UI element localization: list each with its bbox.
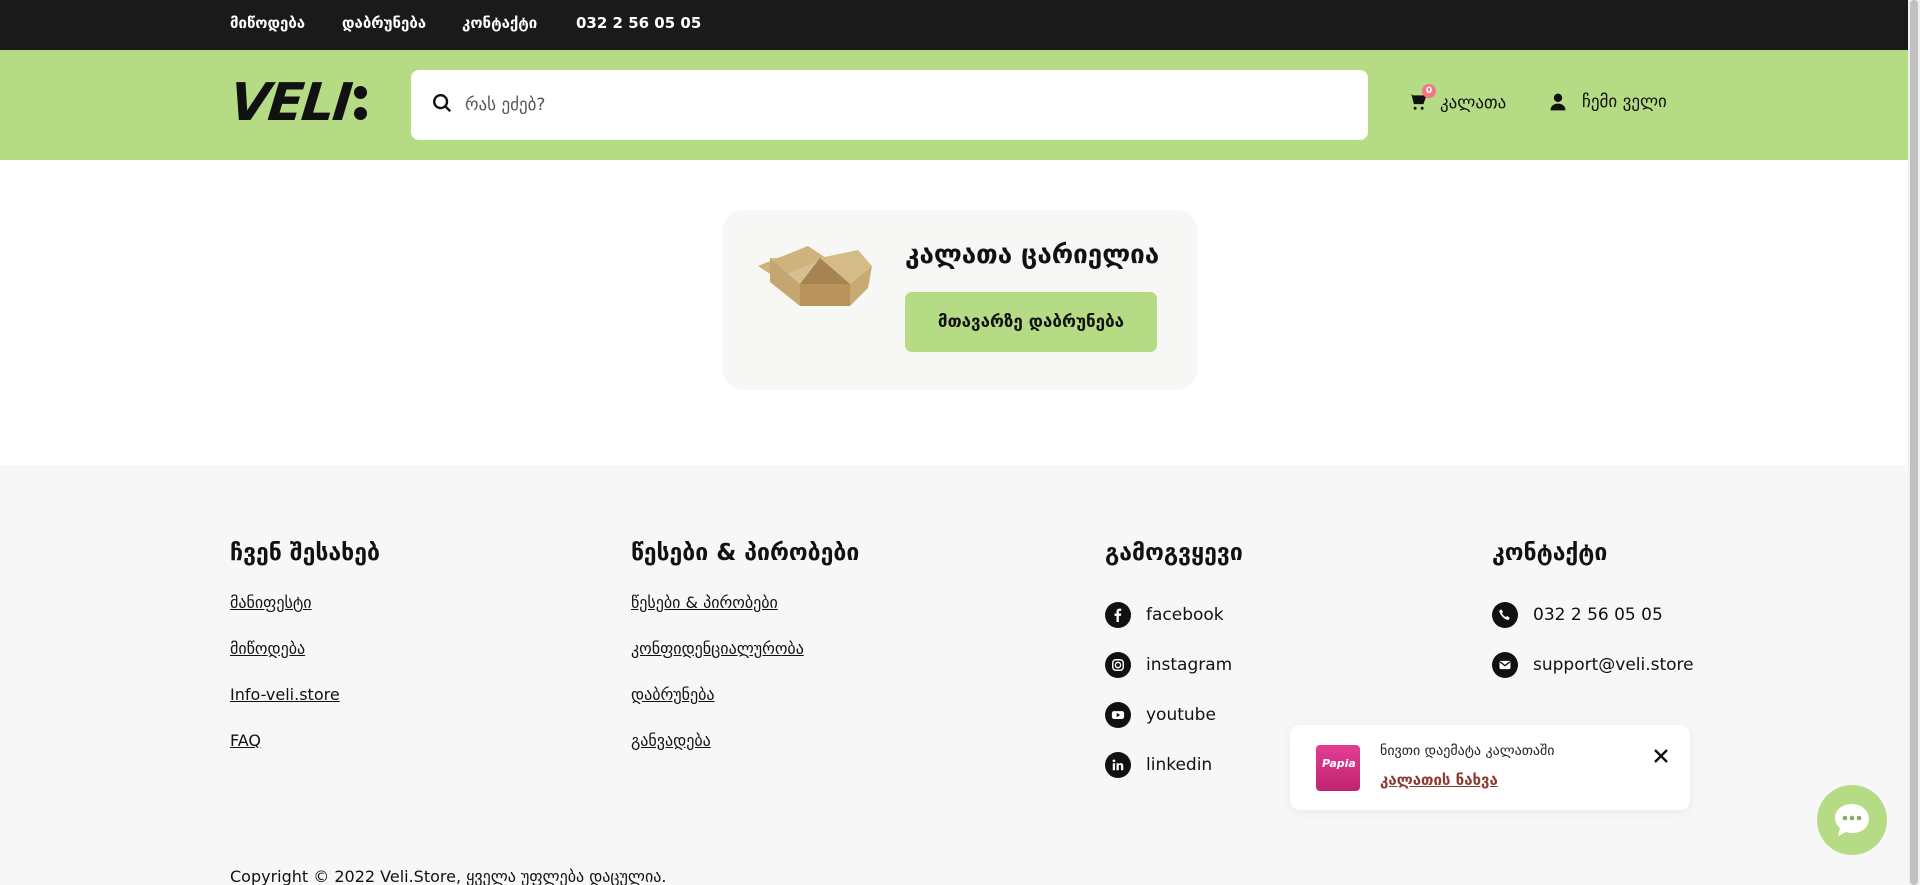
linkedin-label: linkedin — [1146, 755, 1213, 775]
empty-box-illustration — [758, 246, 872, 306]
empty-cart-title: კალათა ცარიელია — [905, 240, 1160, 270]
footer-follow-column: გამოგვყევი facebook instagram youtube li… — [1105, 540, 1243, 790]
footer-terms-heading: წესები & პირობები — [631, 540, 860, 566]
footer-link-returns[interactable]: დაბრუნება — [631, 682, 859, 728]
topbar-phone-link[interactable]: 032 2 56 05 05 — [576, 14, 701, 32]
footer-link-faq[interactable]: FAQ — [230, 728, 380, 774]
product-thumbnail: Papia — [1316, 745, 1360, 791]
scrollbar-thumb[interactable] — [1910, 0, 1918, 885]
footer-phone-label: 032 2 56 05 05 — [1533, 605, 1663, 625]
facebook-icon — [1105, 602, 1131, 628]
footer-phone-link[interactable]: 032 2 56 05 05 — [1492, 590, 1694, 640]
cart-count-badge: 0 — [1422, 84, 1436, 98]
footer-about-column: ჩვენ შესახებ მანიფესტი მიწოდება Info-vel… — [230, 540, 380, 774]
linkedin-icon — [1105, 752, 1131, 778]
search-input[interactable] — [465, 95, 1345, 115]
footer-email-link[interactable]: support@veli.store — [1492, 640, 1694, 690]
close-icon[interactable] — [1650, 745, 1672, 767]
view-cart-link[interactable]: კალათის ნახვა — [1380, 771, 1498, 789]
footer-link-terms[interactable]: წესები & პირობები — [631, 590, 859, 636]
footer-terms-column: წესები & პირობები წესები & პირობები კონფ… — [631, 540, 859, 774]
footer-facebook-link[interactable]: facebook — [1105, 590, 1243, 640]
footer-follow-heading: გამოგვყევი — [1105, 540, 1243, 566]
footer-link-privacy[interactable]: კონფიდენციალურობა — [631, 636, 859, 682]
footer-contact-column: კონტაქტი 032 2 56 05 05 support@veli.sto… — [1492, 540, 1694, 690]
footer-about-heading: ჩვენ შესახებ — [230, 540, 380, 566]
instagram-icon — [1105, 652, 1131, 678]
cart-label: კალათა — [1440, 93, 1507, 113]
topbar-link-delivery[interactable]: მიწოდება — [230, 14, 305, 32]
youtube-label: youtube — [1146, 705, 1216, 725]
footer-youtube-link[interactable]: youtube — [1105, 690, 1243, 740]
phone-icon — [1492, 602, 1518, 628]
chat-button[interactable] — [1817, 785, 1887, 855]
logo-text: VELI — [226, 73, 354, 133]
added-to-cart-toast: Papia ნივთი დაემატა კალათაში კალათის ნახ… — [1290, 725, 1690, 810]
empty-cart-card: კალათა ცარიელია მთავარზე დაბრუნება — [722, 210, 1198, 390]
top-bar: მიწოდება დაბრუნება კონტაქტი 032 2 56 05 … — [0, 0, 1920, 50]
account-button[interactable]: ჩემი ველი — [1548, 92, 1667, 112]
back-to-home-button[interactable]: მთავარზე დაბრუნება — [905, 292, 1157, 352]
footer-contact-heading: კონტაქტი — [1492, 540, 1608, 566]
page-scrollbar[interactable] — [1908, 0, 1920, 885]
logo-colon — [354, 86, 368, 120]
footer-link-delivery[interactable]: მიწოდება — [230, 636, 380, 682]
footer-instagram-link[interactable]: instagram — [1105, 640, 1243, 690]
topbar-link-returns[interactable]: დაბრუნება — [342, 14, 426, 32]
footer-email-label: support@veli.store — [1533, 655, 1694, 675]
cart-button[interactable]: 0 კალათა — [1408, 84, 1507, 114]
youtube-icon — [1105, 702, 1131, 728]
toast-message: ნივთი დაემატა კალათაში — [1380, 743, 1555, 759]
account-label: ჩემი ველი — [1582, 92, 1667, 112]
search-icon[interactable] — [431, 92, 453, 118]
instagram-label: instagram — [1146, 655, 1233, 675]
search-bar[interactable] — [411, 70, 1368, 140]
mail-icon — [1492, 652, 1518, 678]
footer-linkedin-link[interactable]: linkedin — [1105, 740, 1243, 790]
footer-link-manifesto[interactable]: მანიფესტი — [230, 590, 380, 636]
facebook-label: facebook — [1146, 605, 1224, 625]
topbar-link-contact[interactable]: კონტაქტი — [462, 14, 537, 32]
veli-logo[interactable]: VELI — [226, 73, 368, 133]
footer-link-info[interactable]: Info-veli.store — [230, 682, 380, 728]
chat-bubble-icon — [1835, 804, 1869, 836]
copyright-text: Copyright © 2022 Veli.Store, ყველა უფლებ… — [230, 867, 667, 885]
product-brand-label: Papia — [1322, 757, 1356, 770]
user-icon — [1548, 92, 1568, 112]
cart-icon: 0 — [1408, 84, 1436, 114]
footer-link-installments[interactable]: განვადება — [631, 728, 859, 774]
